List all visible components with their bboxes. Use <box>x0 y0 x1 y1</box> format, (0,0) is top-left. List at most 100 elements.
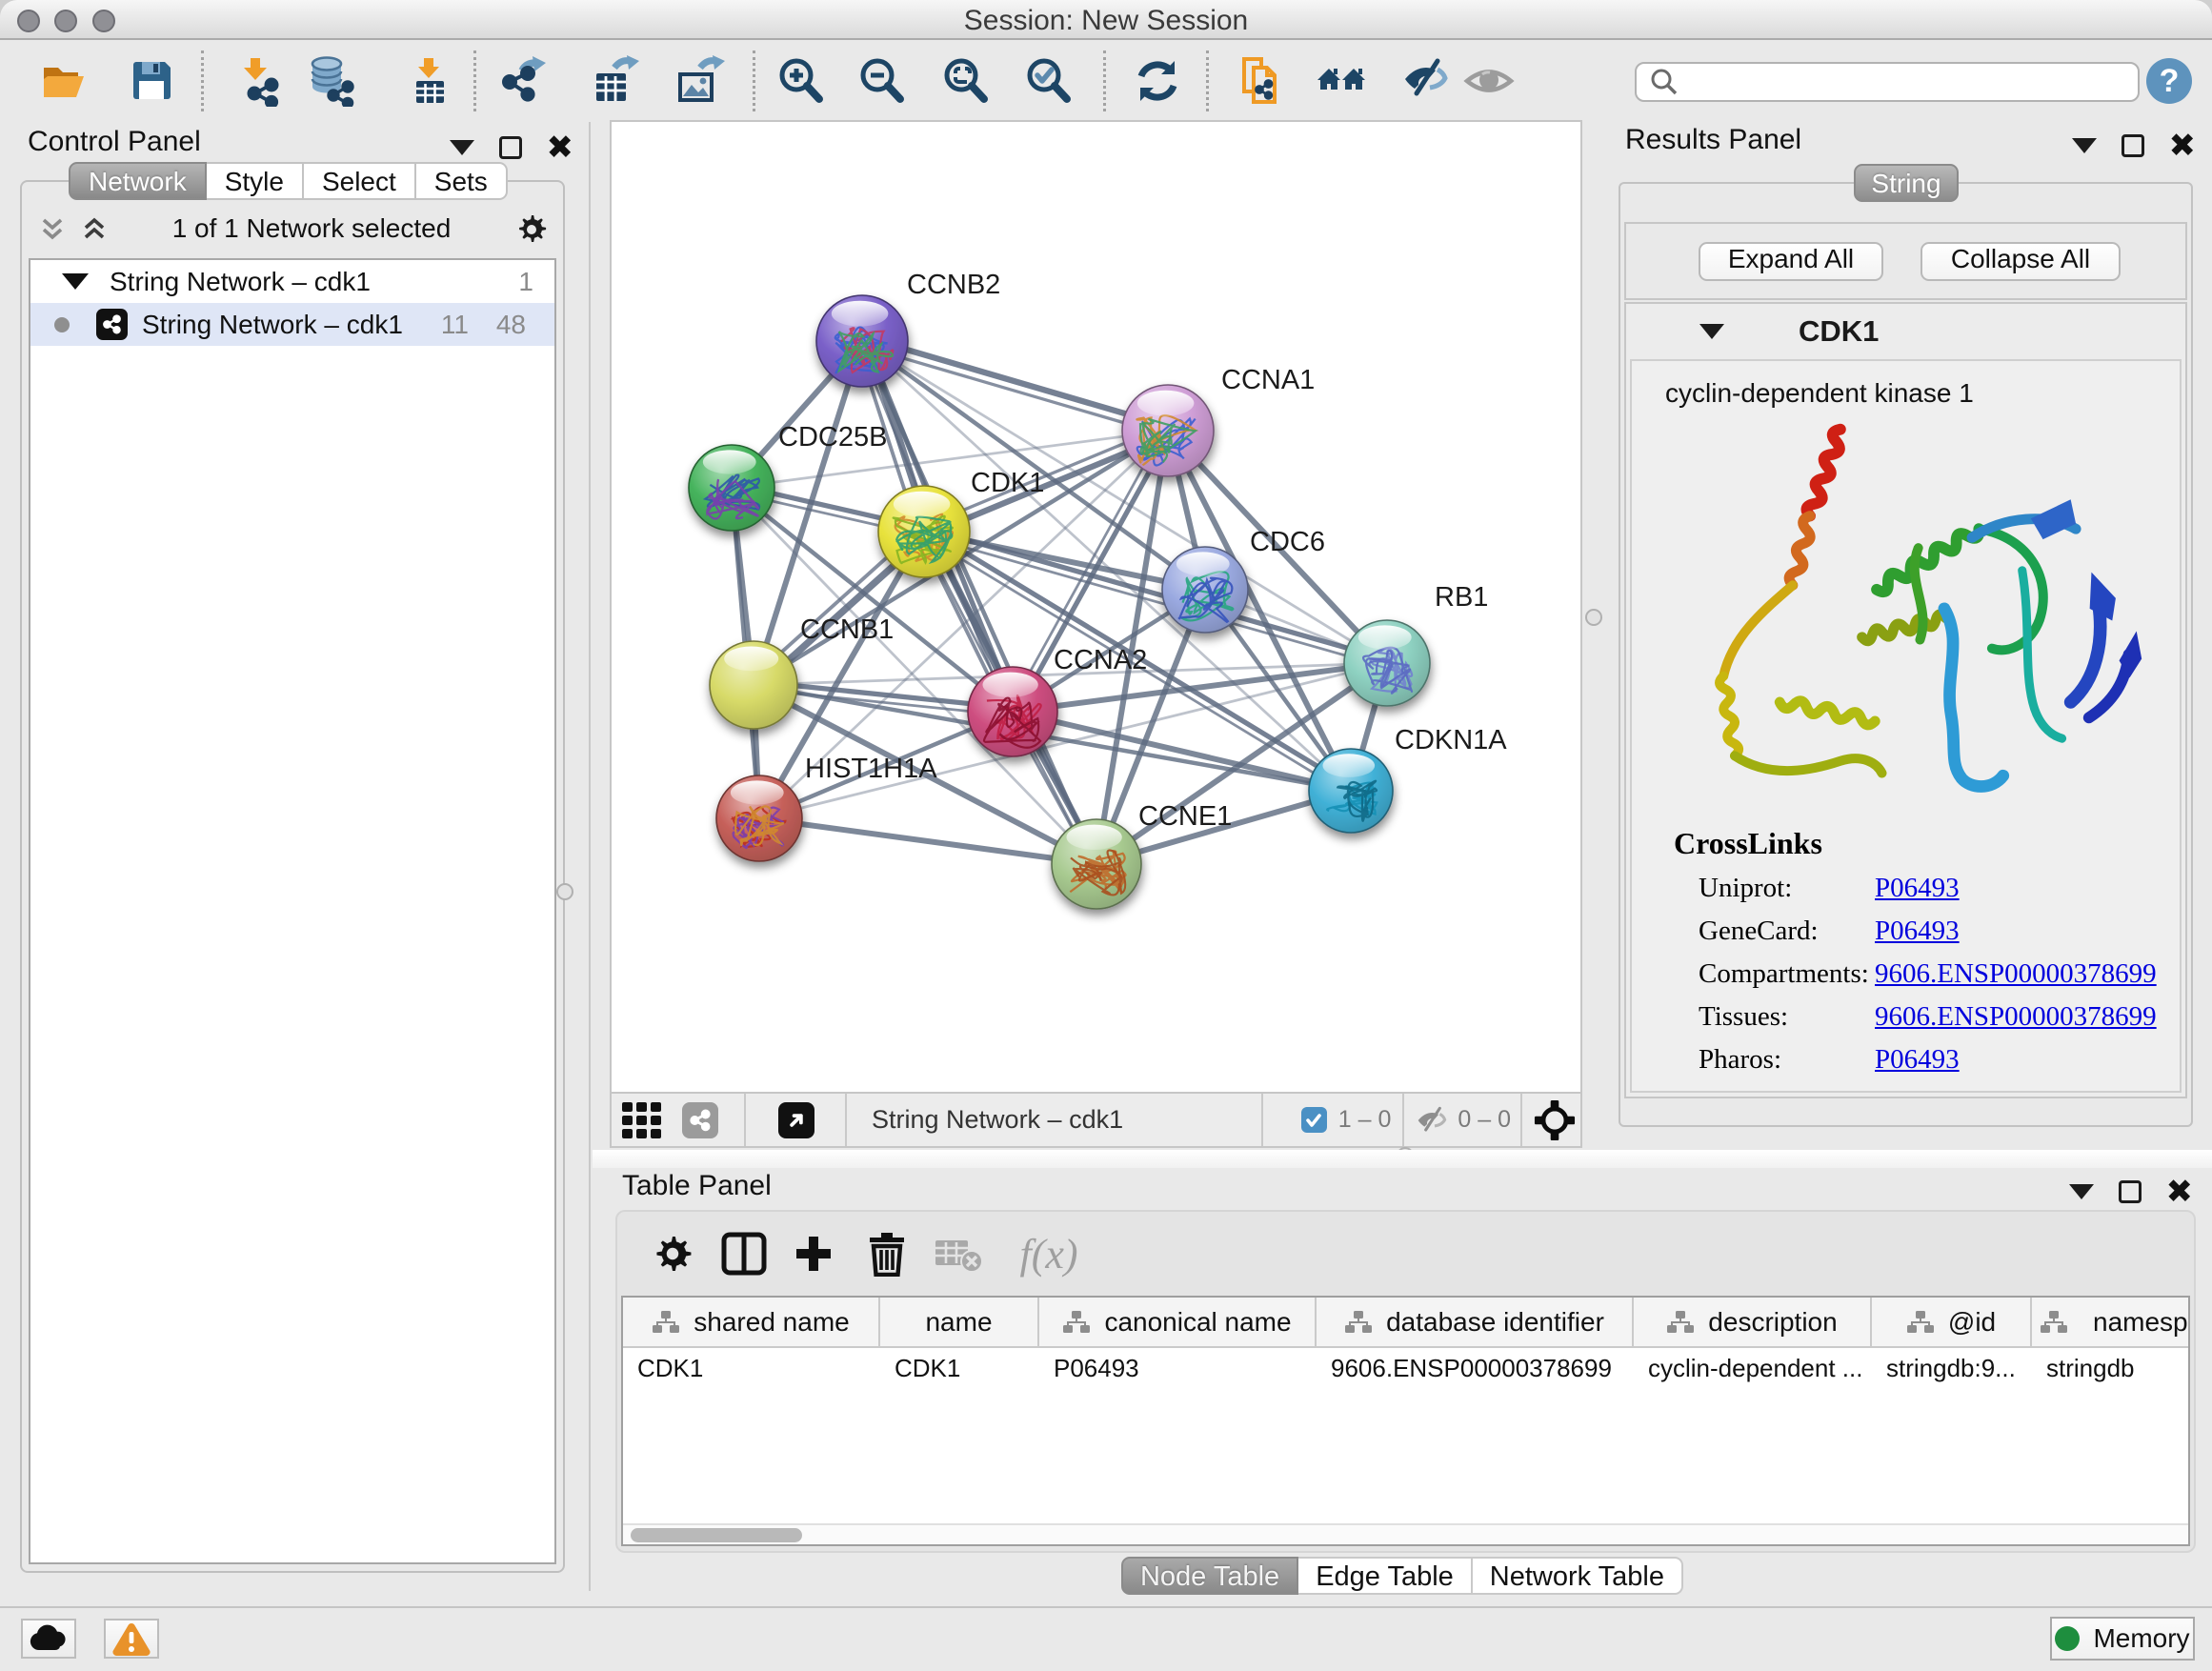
node-CCNB1[interactable] <box>710 641 797 729</box>
import-network-database-button[interactable] <box>306 54 359 108</box>
apply-function-button[interactable]: f(x) <box>1003 1227 1095 1280</box>
zoom-fit-button[interactable] <box>939 54 993 108</box>
column-header-description[interactable]: description <box>1634 1298 1872 1346</box>
column-header-database-identifier[interactable]: database identifier <box>1317 1298 1634 1346</box>
node-CDK1[interactable] <box>878 486 970 577</box>
export-table-button[interactable] <box>590 54 643 108</box>
delete-table-button[interactable] <box>932 1227 985 1280</box>
help-button[interactable]: ? <box>2142 54 2196 108</box>
search-icon <box>1648 66 1680 98</box>
search-input[interactable] <box>1680 64 2138 100</box>
export-network-button[interactable] <box>497 54 551 108</box>
tab-sets[interactable]: Sets <box>416 162 508 200</box>
node-CDKN1A[interactable] <box>1309 749 1393 833</box>
import-table-file-button[interactable] <box>402 54 455 108</box>
scrollbar-thumb[interactable] <box>631 1528 802 1542</box>
warnings-button[interactable] <box>104 1619 159 1659</box>
apply-layout-button[interactable] <box>1131 54 1184 108</box>
string-home-button[interactable] <box>1315 54 1368 108</box>
edge-CCNB2-CCNA1[interactable] <box>863 337 1169 427</box>
float-panel-icon[interactable] <box>2122 134 2144 157</box>
show-all-button[interactable] <box>1462 54 1516 108</box>
export-image-button[interactable] <box>673 54 726 108</box>
horizontal-scrollbar[interactable] <box>623 1523 2188 1544</box>
edge-CCNB2-CCNA1[interactable] <box>861 346 1167 435</box>
left-splitter-handle[interactable] <box>556 883 573 900</box>
network-type-icon <box>96 309 128 340</box>
table-row[interactable]: CDK1CDK1P064939606.ENSP00000378699cyclin… <box>623 1348 2188 1389</box>
edge-HIST1H1A-CCNE1[interactable] <box>759 818 1096 864</box>
hide-selected-button[interactable] <box>1400 54 1454 108</box>
collapse-all-button[interactable]: Collapse All <box>1920 242 2121 281</box>
export-view-icon[interactable] <box>778 1102 814 1138</box>
crosslink-link[interactable]: P06493 <box>1875 1044 1960 1076</box>
node-CCNA2[interactable] <box>968 667 1057 756</box>
tab-network-table[interactable]: Network Table <box>1473 1557 1683 1595</box>
memory-button[interactable]: Memory <box>2050 1617 2195 1661</box>
network-canvas[interactable]: CCNB2CCNA1CDC25BCDK1CDC6RB1CCNB1CCNA2CDK… <box>610 120 1582 1092</box>
crosslink-row: Uniprot:P06493 <box>1699 873 2157 904</box>
birds-eye-view-icon[interactable] <box>682 1102 718 1138</box>
column-header-canonical-name[interactable]: canonical name <box>1039 1298 1317 1346</box>
cloud-button[interactable] <box>21 1619 76 1659</box>
collection-expander-icon[interactable] <box>62 273 89 290</box>
save-session-button[interactable] <box>125 54 178 108</box>
search-box[interactable] <box>1635 62 2140 102</box>
entry-expander-icon[interactable] <box>1699 324 1724 339</box>
crosslink-link[interactable]: 9606.ENSP00000378699 <box>1875 1001 2157 1033</box>
tab-network[interactable]: Network <box>69 162 207 200</box>
grid-view-icon[interactable] <box>622 1102 666 1138</box>
collapse-all-networks-icon[interactable] <box>36 212 69 245</box>
add-column-button[interactable] <box>787 1227 840 1280</box>
zoom-selected-button[interactable] <box>1022 54 1076 108</box>
node-CCNE1[interactable] <box>1052 819 1141 909</box>
zoom-out-button[interactable] <box>855 54 909 108</box>
node-label-CDC25B: CDC25B <box>778 422 887 453</box>
float-panel-icon[interactable] <box>499 136 522 159</box>
import-network-file-button[interactable] <box>233 54 287 108</box>
panel-menu-icon[interactable] <box>2072 138 2097 153</box>
crosslink-row: Tissues:9606.ENSP00000378699 <box>1699 1001 2157 1033</box>
warning-icon <box>111 1621 151 1656</box>
tab-string[interactable]: String <box>1854 164 1959 202</box>
panel-menu-icon[interactable] <box>2069 1184 2094 1199</box>
node-HIST1H1A[interactable] <box>716 775 802 861</box>
tab-style[interactable]: Style <box>207 162 304 200</box>
tab-edge-table[interactable]: Edge Table <box>1298 1557 1473 1595</box>
delete-column-button[interactable] <box>860 1227 914 1280</box>
gene-entry-header[interactable]: CDK1 <box>1626 304 2185 359</box>
close-panel-icon[interactable]: ✖ <box>2166 1176 2194 1208</box>
network-row[interactable]: String Network – cdk1 11 48 <box>30 303 554 346</box>
collection-network-count: 1 <box>518 267 533 297</box>
column-header-shared-name[interactable]: shared name <box>623 1298 880 1346</box>
node-CCNB2[interactable] <box>816 295 908 387</box>
zoom-in-button[interactable] <box>774 54 828 108</box>
crosshair-icon[interactable] <box>1534 1099 1576 1141</box>
column-header-namespace[interactable]: namespace <box>2032 1298 2190 1346</box>
node-CDC25B[interactable] <box>689 445 774 531</box>
expand-all-networks-icon[interactable] <box>78 212 111 245</box>
tab-select[interactable]: Select <box>304 162 416 200</box>
open-session-button[interactable] <box>37 54 90 108</box>
column-header--id[interactable]: @id <box>1872 1298 2032 1346</box>
network-collection-row[interactable]: String Network – cdk1 1 <box>30 260 554 303</box>
selected-nodes-checkbox-icon[interactable] <box>1301 1107 1327 1133</box>
toggle-panes-button[interactable] <box>717 1227 771 1280</box>
network-options-gear-icon[interactable] <box>513 210 551 248</box>
panel-menu-icon[interactable] <box>450 140 474 155</box>
node-CCNA1[interactable] <box>1122 385 1214 476</box>
float-panel-icon[interactable] <box>2119 1180 2142 1203</box>
close-panel-icon[interactable]: ✖ <box>547 131 574 164</box>
tab-node-table[interactable]: Node Table <box>1121 1557 1298 1595</box>
network-graph[interactable]: CCNB2CCNA1CDC25BCDK1CDC6RB1CCNB1CCNA2CDK… <box>612 122 1580 1090</box>
expand-all-button[interactable]: Expand All <box>1699 242 1883 281</box>
crosslink-link[interactable]: P06493 <box>1875 873 1960 904</box>
crosslink-link[interactable]: P06493 <box>1875 916 1960 947</box>
table-settings-button[interactable] <box>646 1227 699 1280</box>
column-header-name[interactable]: name <box>880 1298 1039 1346</box>
crosslink-link[interactable]: 9606.ENSP00000378699 <box>1875 958 2157 990</box>
close-panel-icon[interactable]: ✖ <box>2169 130 2197 162</box>
copy-button[interactable] <box>1236 54 1289 108</box>
node-CDC6[interactable] <box>1162 547 1248 633</box>
node-RB1[interactable] <box>1344 620 1430 706</box>
